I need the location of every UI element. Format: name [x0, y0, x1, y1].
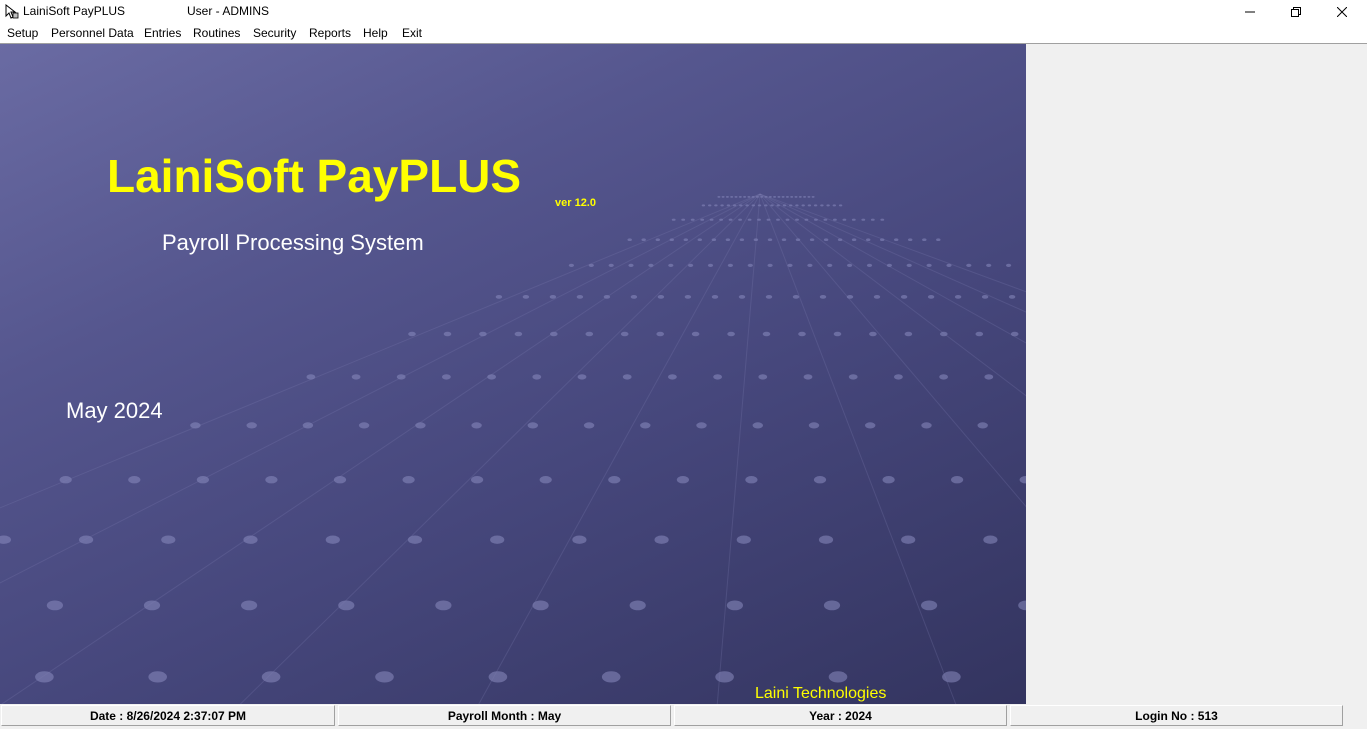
menu-entries[interactable]: Entries	[144, 26, 181, 40]
version-label: ver 12.0	[555, 197, 596, 209]
app-window: LainiSoft PayPLUS User - ADMINS Setup Pe…	[0, 0, 1367, 729]
status-payroll-month: Payroll Month : May	[338, 705, 671, 726]
close-icon	[1337, 6, 1347, 17]
menu-setup[interactable]: Setup	[7, 26, 38, 40]
restore-icon	[1291, 6, 1301, 17]
background-dot-pattern	[0, 193, 1026, 704]
menu-help[interactable]: Help	[363, 26, 388, 40]
empty-workspace	[1026, 44, 1367, 704]
payroll-period: May 2024	[66, 398, 163, 423]
window-title: LainiSoft PayPLUS	[23, 4, 126, 18]
menu-exit[interactable]: Exit	[402, 26, 422, 40]
minimize-button[interactable]	[1227, 0, 1273, 23]
status-year: Year : 2024	[674, 705, 1007, 726]
menu-personnel-data[interactable]: Personnel Data	[51, 26, 134, 40]
app-icon[interactable]	[4, 3, 19, 19]
company-name: Laini Technologies	[755, 685, 887, 702]
status-login: Login No : 513	[1010, 705, 1343, 726]
client-area: LainiSoft PayPLUS ver 12.0 Payroll Proce…	[0, 44, 1367, 704]
menu-routines[interactable]: Routines	[193, 26, 240, 40]
restore-button[interactable]	[1273, 0, 1319, 23]
menu-security[interactable]: Security	[253, 26, 296, 40]
splash-subtitle: Payroll Processing System	[162, 230, 424, 255]
splash-title: LainiSoft PayPLUS	[107, 150, 522, 202]
close-button[interactable]	[1319, 0, 1365, 23]
splash-panel: LainiSoft PayPLUS ver 12.0 Payroll Proce…	[0, 44, 1026, 704]
menu-bar: Setup Personnel Data Entries Routines Se…	[0, 23, 1367, 44]
status-bar: Date : 8/26/2024 2:37:07 PM Payroll Mont…	[0, 704, 1367, 729]
current-user-label: User - ADMINS	[187, 4, 270, 18]
title-bar: LainiSoft PayPLUS User - ADMINS	[0, 0, 1367, 23]
status-date: Date : 8/26/2024 2:37:07 PM	[1, 705, 335, 726]
minimize-icon	[1245, 11, 1255, 12]
menu-reports[interactable]: Reports	[309, 26, 351, 40]
